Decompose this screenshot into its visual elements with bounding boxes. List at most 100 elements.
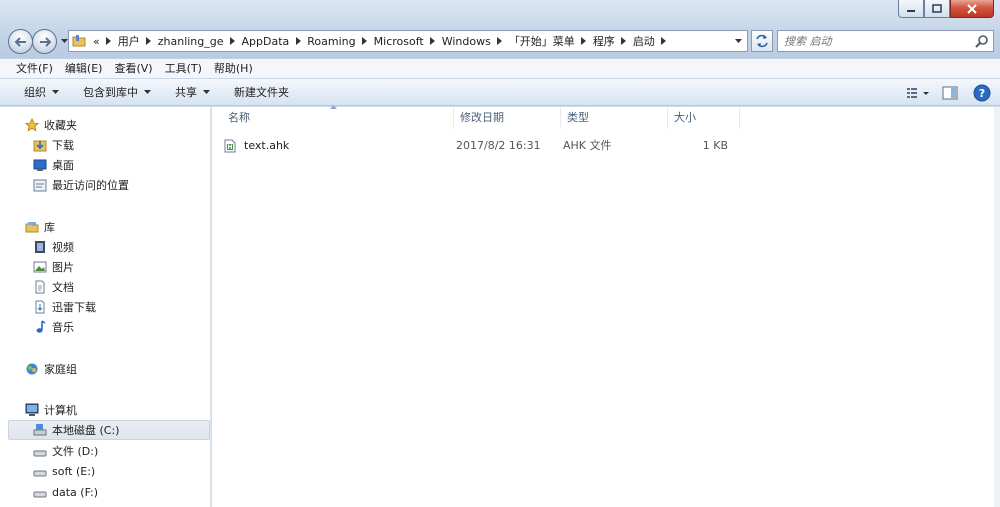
sidebar-item-drive-e[interactable]: soft (E:) <box>32 461 95 481</box>
hard-drive-icon <box>32 463 48 479</box>
share-button[interactable]: 共享 <box>169 80 216 104</box>
library-icon <box>24 219 40 235</box>
sidebar-item-label: 本地磁盘 (C:) <box>52 424 120 437</box>
sidebar-item-homegroup[interactable]: 家庭组 <box>24 359 77 379</box>
column-header-name[interactable]: 名称 <box>212 105 454 129</box>
menu-view[interactable]: 查看(V) <box>108 59 158 79</box>
help-button[interactable]: ? <box>968 82 996 104</box>
breadcrumb-item[interactable]: zhanling_ge <box>154 35 228 48</box>
chevron-right-icon <box>230 37 236 45</box>
maximize-button[interactable] <box>924 0 950 18</box>
breadcrumb-separator[interactable] <box>428 37 438 45</box>
sidebar-item-documents[interactable]: 文档 <box>32 277 74 297</box>
file-size: 1 KB <box>702 139 728 152</box>
navigation-pane: 收藏夹 下载 桌面 最近访问的位置 库 视频 图片 文档 迅雷下载 音乐 家庭组… <box>0 107 211 507</box>
sidebar-item-music[interactable]: 音乐 <box>32 317 74 337</box>
chevron-right-icon <box>362 37 368 45</box>
breadcrumb-item[interactable]: 用户 <box>114 33 144 49</box>
sidebar-item-label: 最近访问的位置 <box>52 179 129 192</box>
organize-button[interactable]: 组织 <box>18 80 65 104</box>
help-icon: ? <box>973 84 991 102</box>
sidebar-item-thunder-downloads[interactable]: 迅雷下载 <box>32 297 96 317</box>
back-button[interactable] <box>8 29 33 54</box>
homegroup-icon <box>24 361 40 377</box>
sidebar-item-drive-f[interactable]: data (F:) <box>32 482 98 502</box>
menu-file[interactable]: 文件(F) <box>10 59 59 79</box>
breadcrumb-item[interactable]: 程序 <box>589 33 619 49</box>
menu-help[interactable]: 帮助(H) <box>208 59 259 79</box>
breadcrumb-separator[interactable] <box>659 37 669 45</box>
sidebar-item-favorites[interactable]: 收藏夹 <box>24 115 77 135</box>
breadcrumb-separator[interactable] <box>144 37 154 45</box>
breadcrumb-separator[interactable] <box>360 37 370 45</box>
column-header-modified[interactable]: 修改日期 <box>454 107 561 129</box>
sidebar-item-computer[interactable]: 计算机 <box>24 400 77 420</box>
sidebar-item-libraries[interactable]: 库 <box>24 217 55 237</box>
chevron-down-icon <box>52 89 59 94</box>
chevron-down-icon <box>734 38 742 43</box>
menu-edit[interactable]: 编辑(E) <box>59 59 109 79</box>
breadcrumb-separator[interactable] <box>293 37 303 45</box>
include-in-library-button[interactable]: 包含到库中 <box>77 80 157 104</box>
sidebar-item-pictures[interactable]: 图片 <box>32 257 74 277</box>
sidebar-item-label: 库 <box>44 221 55 234</box>
system-drive-icon <box>32 422 48 438</box>
breadcrumb-overflow[interactable]: « <box>89 35 104 48</box>
column-header-size[interactable]: 大小 <box>668 107 740 129</box>
file-modified: 2017/8/2 16:31 <box>456 139 541 152</box>
forward-button[interactable] <box>32 29 57 54</box>
breadcrumb-separator[interactable] <box>228 37 238 45</box>
chevron-right-icon <box>146 37 152 45</box>
menu-tools[interactable]: 工具(T) <box>159 59 208 79</box>
breadcrumb-item[interactable]: AppData <box>238 35 294 48</box>
preview-pane-button[interactable] <box>936 82 964 104</box>
sidebar-item-label: 文档 <box>52 281 74 294</box>
download-folder-icon <box>32 137 48 153</box>
close-button[interactable] <box>950 0 994 18</box>
sidebar-item-label: 下载 <box>52 139 74 152</box>
video-icon <box>32 239 48 255</box>
breadcrumb-item[interactable]: Roaming <box>303 35 359 48</box>
folder-icon <box>69 31 89 51</box>
sidebar-item-downloads[interactable]: 下载 <box>32 135 74 155</box>
forward-arrow-icon <box>39 36 51 47</box>
hard-drive-icon <box>32 443 48 459</box>
breadcrumb-separator[interactable] <box>495 37 505 45</box>
chevron-down-icon <box>60 39 68 43</box>
breadcrumb-item[interactable]: Windows <box>438 35 495 48</box>
column-header-type[interactable]: 类型 <box>561 107 668 129</box>
breadcrumb-item[interactable]: 「开始」菜单 <box>505 33 579 49</box>
breadcrumb-separator[interactable] <box>579 37 589 45</box>
change-view-button[interactable] <box>904 82 932 104</box>
breadcrumb-item[interactable]: Microsoft <box>370 35 428 48</box>
chevron-right-icon <box>581 37 587 45</box>
new-folder-button[interactable]: 新建文件夹 <box>228 80 295 104</box>
back-arrow-icon <box>14 36 26 47</box>
breadcrumb-separator[interactable] <box>104 37 114 45</box>
organize-label: 组织 <box>24 86 46 99</box>
sidebar-item-label: 收藏夹 <box>44 119 77 132</box>
sidebar-item-drive-d[interactable]: 文件 (D:) <box>32 441 98 461</box>
sidebar-item-label: 家庭组 <box>44 363 77 376</box>
address-history-dropdown[interactable] <box>731 31 745 51</box>
include-library-label: 包含到库中 <box>83 86 138 99</box>
ahk-file-icon: H <box>222 138 238 154</box>
minimize-button[interactable] <box>898 0 924 18</box>
sidebar-item-label: 音乐 <box>52 321 74 334</box>
table-row[interactable]: H text.ahk 2017/8/2 16:31 AHK 文件 1 KB <box>222 136 728 156</box>
search-input[interactable] <box>778 32 968 50</box>
sidebar-item-videos[interactable]: 视频 <box>32 237 74 257</box>
recent-places-icon <box>32 177 48 193</box>
search-icon[interactable] <box>975 34 989 48</box>
sidebar-item-recent-places[interactable]: 最近访问的位置 <box>32 175 129 195</box>
file-list: 名称 修改日期 类型 大小 H text.ahk 2017/8/2 16:31 … <box>212 105 994 507</box>
refresh-button[interactable] <box>751 30 773 52</box>
sidebar-item-local-disk-c[interactable]: 本地磁盘 (C:) <box>8 420 210 440</box>
search-box[interactable] <box>777 30 994 52</box>
breadcrumb-item[interactable]: 启动 <box>629 33 659 49</box>
address-bar[interactable]: « 用户 zhanling_ge AppData Roaming Microsoft Wi… <box>68 30 748 52</box>
sidebar-item-desktop[interactable]: 桌面 <box>32 155 74 175</box>
sidebar-item-label: 迅雷下载 <box>52 301 96 314</box>
window-controls <box>898 0 994 19</box>
breadcrumb-separator[interactable] <box>619 37 629 45</box>
